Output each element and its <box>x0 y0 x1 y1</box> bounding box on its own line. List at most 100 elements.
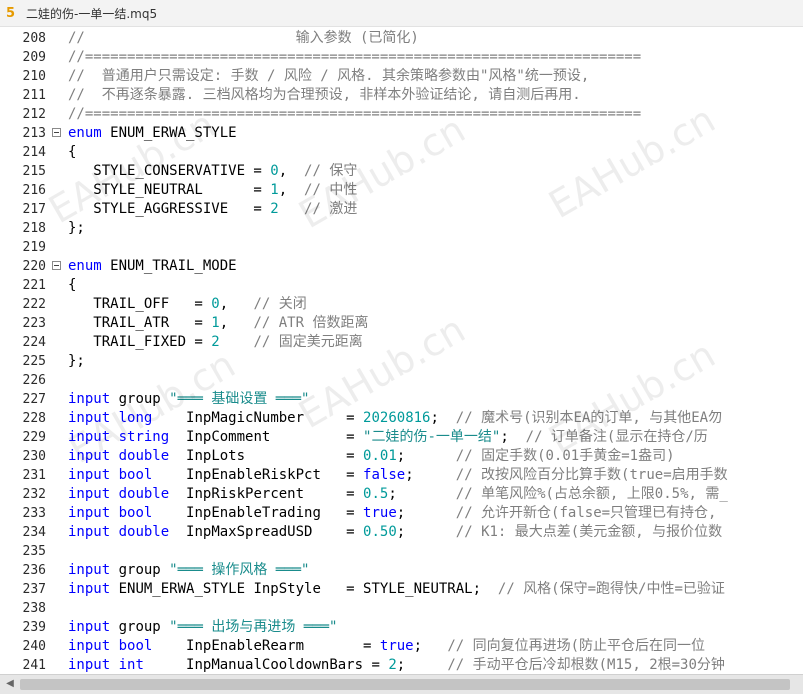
code-line[interactable]: 238 <box>0 599 803 618</box>
code-token: ; <box>388 486 456 502</box>
code-text: input bool InpEnableTrading = true; // 允… <box>68 504 716 523</box>
code-token: true <box>363 505 397 521</box>
code-line[interactable]: 209 //===================================… <box>0 48 803 67</box>
code-line[interactable]: 236 input group "═══ 操作风格 ═══" <box>0 561 803 580</box>
code-token: STYLE_NEUTRAL = <box>68 182 271 198</box>
line-number: 215 <box>22 164 46 179</box>
scrollbar-thumb[interactable] <box>20 679 790 690</box>
code-line[interactable]: 230 input double InpLots = 0.01; // 固定手数(… <box>0 447 803 466</box>
code-line[interactable]: 210 // 普通用户只需设定: 手数 / 风险 / 风格. 其余策略参数由"风格… <box>0 67 803 86</box>
window-title: 二娃的伤-一单一结.mq5 <box>26 6 158 21</box>
code-line[interactable]: 234 input double InpMaxSpreadUSD = 0.50; … <box>0 523 803 542</box>
code-token: enum <box>68 258 102 274</box>
code-token: // 激进 <box>304 201 358 217</box>
code-text: TRAIL_ATR = 1, // ATR 倍数距离 <box>68 314 368 333</box>
code-token: 0.5 <box>363 486 389 502</box>
code-line[interactable]: 224 TRAIL_FIXED = 2 // 固定美元距离 <box>0 333 803 352</box>
code-line[interactable]: 222 TRAIL_OFF = 0, // 关闭 <box>0 295 803 314</box>
code-line[interactable]: 233 input bool InpEnableTrading = true; /… <box>0 504 803 523</box>
fold-toggle-icon[interactable] <box>52 128 61 137</box>
code-token: 0.50 <box>363 524 397 540</box>
code-line[interactable]: 227 input group "═══ 基础设置 ═══" <box>0 390 803 409</box>
line-number: 238 <box>22 601 46 616</box>
horizontal-scrollbar[interactable]: ◀ <box>0 674 803 694</box>
code-token: InpEnableTrading = <box>152 505 364 521</box>
code-token: double <box>118 524 170 540</box>
code-text: //======================================… <box>68 48 641 67</box>
code-text: input double InpLots = 0.01; // 固定手数(0.0… <box>68 447 675 466</box>
code-line[interactable]: 239 input group "═══ 出场与再进场 ═══" <box>0 618 803 637</box>
code-line[interactable]: 228 input long InpMagicNumber = 20260816;… <box>0 409 803 428</box>
window-titlebar: 5 二娃的伤-一单一结.mq5 <box>0 0 803 27</box>
code-token: InpRiskPercent = <box>169 486 364 502</box>
code-line[interactable]: 237 input ENUM_ERWA_STYLE InpStyle = STYL… <box>0 580 803 599</box>
code-token: ENUM_ERWA_STYLE <box>101 125 237 141</box>
code-line[interactable]: 216 STYLE_NEUTRAL = 1, // 中性 <box>0 181 803 200</box>
code-token: // 固定手数(0.01手黄金=1盎司) <box>455 448 675 464</box>
code-line[interactable]: 220 enum ENUM_TRAIL_MODE <box>0 257 803 276</box>
code-token: 0 <box>211 296 220 312</box>
scroll-left-arrow-icon[interactable]: ◀ <box>3 677 17 691</box>
code-text: // 普通用户只需设定: 手数 / 风险 / 风格. 其余策略参数由"风格"统一… <box>68 67 589 86</box>
code-token: // K1: 最大点差(美元金额, 与报价位数 <box>455 524 723 540</box>
code-line[interactable]: 213 enum ENUM_ERWA_STYLE <box>0 124 803 143</box>
code-text: input string InpComment = "二娃的伤-一单一结"; /… <box>68 428 708 447</box>
line-number: 229 <box>22 430 46 445</box>
code-token: ; <box>430 410 456 426</box>
code-token: group <box>110 562 170 578</box>
code-token: 2 <box>211 334 220 350</box>
code-text: enum ENUM_ERWA_STYLE <box>68 124 237 143</box>
code-line[interactable]: 229 input string InpComment = "二娃的伤-一单一结"… <box>0 428 803 447</box>
code-line[interactable]: 223 TRAIL_ATR = 1, // ATR 倍数距离 <box>0 314 803 333</box>
code-text: TRAIL_FIXED = 2 // 固定美元距离 <box>68 333 362 352</box>
code-token: // 输入参数 (已简化) <box>68 30 419 46</box>
code-line[interactable]: 211 // 不再逐条暴露. 三档风格均为合理预设, 非样本外验证结论, 请自测后… <box>0 86 803 105</box>
code-text: input group "═══ 基础设置 ═══" <box>68 390 309 409</box>
code-text: STYLE_CONSERVATIVE = 0, // 保守 <box>68 162 357 181</box>
code-text: }; <box>68 352 85 371</box>
line-number: 208 <box>22 31 46 46</box>
code-editor[interactable]: 208 // 输入参数 (已简化) 209 //===================… <box>0 27 803 674</box>
code-line[interactable]: 208 // 输入参数 (已简化) <box>0 29 803 48</box>
code-line[interactable]: 217 STYLE_AGGRESSIVE = 2 // 激进 <box>0 200 803 219</box>
mq5-file-icon: 5 <box>6 5 16 21</box>
code-line[interactable]: 232 input double InpRiskPercent = 0.5; //… <box>0 485 803 504</box>
code-line[interactable]: 214 { <box>0 143 803 162</box>
code-text: }; <box>68 219 85 238</box>
code-line[interactable]: 221 { <box>0 276 803 295</box>
code-token: TRAIL_FIXED = <box>68 334 212 350</box>
line-number: 218 <box>22 221 46 236</box>
code-line[interactable]: 219 <box>0 238 803 257</box>
fold-toggle-icon[interactable] <box>52 261 61 270</box>
code-line[interactable]: 240 input bool InpEnableRearm = true; // … <box>0 637 803 656</box>
code-line[interactable]: 212 //===================================… <box>0 105 803 124</box>
line-number: 239 <box>22 620 46 635</box>
code-token: enum <box>68 125 102 141</box>
code-token: // 同向复位再进场(防止平仓后在同一位 <box>447 638 706 654</box>
code-line[interactable]: 215 STYLE_CONSERVATIVE = 0, // 保守 <box>0 162 803 181</box>
code-token: // 单笔风险%(占总余额, 上限0.5%, 需_ <box>455 486 728 502</box>
code-token: STYLE_AGGRESSIVE = <box>68 201 271 217</box>
code-token: input <box>68 562 111 578</box>
code-line[interactable]: 225}; <box>0 352 803 371</box>
code-token: InpEnableRiskPct = <box>152 467 364 483</box>
code-text: TRAIL_OFF = 0, // 关闭 <box>68 295 306 314</box>
code-token: 2 <box>270 201 279 217</box>
line-number: 230 <box>22 449 46 464</box>
code-token: long <box>118 410 153 426</box>
code-line[interactable]: 231 input bool InpEnableRiskPct = false; … <box>0 466 803 485</box>
code-line[interactable]: 218}; <box>0 219 803 238</box>
code-line[interactable]: 235 <box>0 542 803 561</box>
code-token: , <box>219 296 254 312</box>
code-token: "═══ 操作风格 ═══" <box>169 562 310 578</box>
code-line[interactable]: 241 input int InpManualCooldownBars = 2; … <box>0 656 803 674</box>
code-token: ; <box>413 638 448 654</box>
code-line[interactable]: 226 <box>0 371 803 390</box>
